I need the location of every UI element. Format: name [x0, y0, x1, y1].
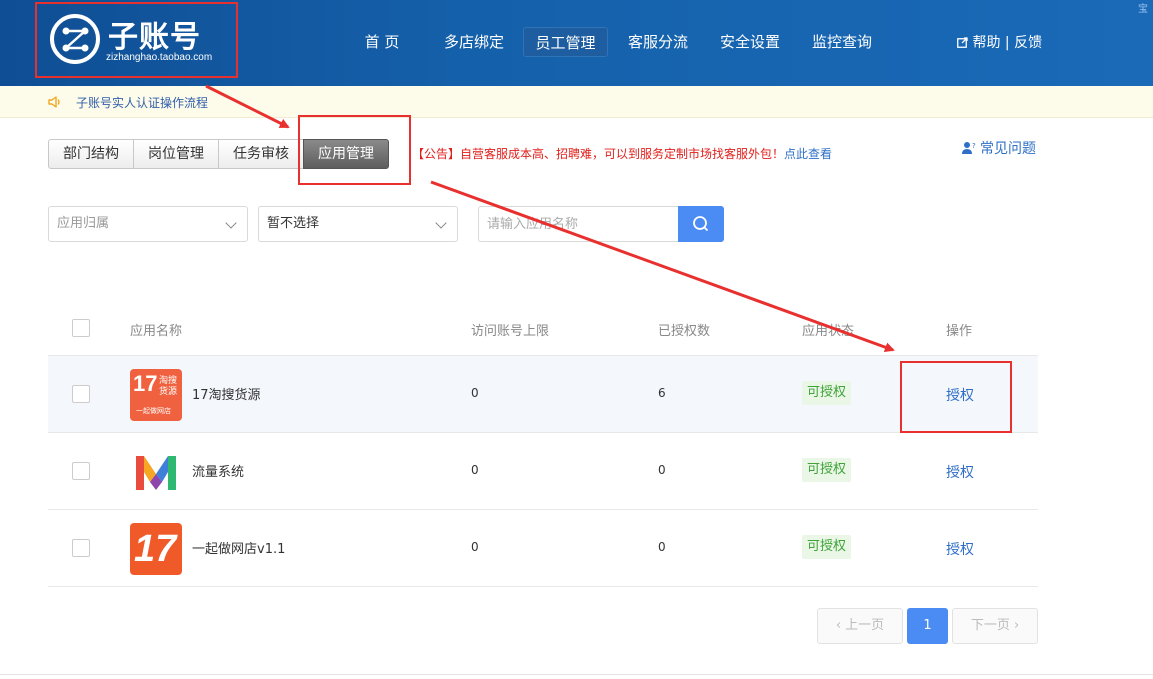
- nav-security[interactable]: 安全设置: [712, 27, 788, 57]
- select-all-checkbox[interactable]: [72, 319, 90, 337]
- app-owner-select-label: 应用归属: [57, 216, 110, 231]
- logo-subtitle: zizhanghao.taobao.com: [106, 52, 213, 63]
- app-name: 17淘搜货源: [192, 388, 261, 403]
- header-authorized-count: 已授权数: [658, 324, 711, 339]
- table-row: 17 淘搜 货源 一起做网店 17淘搜货源 0 6 可授权 授权: [48, 356, 1038, 433]
- feedback-link[interactable]: 反馈: [1014, 35, 1042, 51]
- account-limit: 0: [471, 540, 479, 554]
- app-icon-number: 17: [134, 528, 177, 570]
- secondary-select[interactable]: 暂不选择: [258, 206, 458, 242]
- authorize-link[interactable]: 授权: [946, 462, 974, 482]
- chevron-down-icon: [435, 217, 447, 229]
- tab-task-review[interactable]: 任务审核: [218, 139, 304, 169]
- app-name: 一起做网店v1.1: [192, 542, 286, 557]
- prev-page-button[interactable]: ‹ 上一页: [817, 608, 903, 644]
- chevron-down-icon: [225, 217, 237, 229]
- top-header: 子账号 zizhanghao.taobao.com 首 页 多店绑定 员工管理 …: [0, 0, 1153, 86]
- page-number-button[interactable]: 1: [907, 608, 948, 644]
- table-row: 流量系统 0 0 可授权 授权: [48, 433, 1038, 510]
- faq-link[interactable]: ? 常见问题: [962, 138, 1036, 158]
- account-limit: 0: [471, 463, 479, 477]
- header-account-limit: 访问账号上限: [471, 324, 550, 339]
- nav-customer-service[interactable]: 客服分流: [620, 27, 696, 57]
- app-icon-number: 17: [133, 371, 158, 396]
- app-icon-traffic-system: [130, 446, 182, 498]
- account-limit: 0: [471, 386, 479, 400]
- help-links: 帮助 | 反馈: [957, 32, 1042, 52]
- help-separator: |: [1004, 35, 1010, 51]
- table-header: 应用名称 访问账号上限 已授权数 应用状态 操作: [48, 303, 1038, 356]
- bottom-divider: [0, 674, 1153, 675]
- logo[interactable]: 子账号 zizhanghao.taobao.com: [36, 2, 236, 78]
- app-table: 应用名称 访问账号上限 已授权数 应用状态 操作 17 淘搜 货源 一起做网店 …: [48, 303, 1038, 587]
- tab-app-management[interactable]: 应用管理: [303, 139, 389, 169]
- help-link[interactable]: 帮助: [972, 35, 1000, 51]
- header-action: 操作: [946, 324, 973, 339]
- svg-text:?: ?: [972, 142, 976, 150]
- notice-bar: 子账号实人认证操作流程: [0, 86, 1153, 118]
- app-name-search-input[interactable]: [478, 206, 680, 242]
- faq-label: 常见问题: [980, 141, 1036, 157]
- table-row: 17 一起做网店v1.1 0 0 可授权 授权: [48, 510, 1038, 587]
- header-app-name: 应用名称: [130, 324, 183, 339]
- nav-multi-store[interactable]: 多店绑定: [436, 27, 512, 57]
- announcement: 【公告】自营客服成本高、招聘难，可以到服务定制市场找客服外包！点此查看: [412, 145, 832, 162]
- secondary-select-value: 暂不选择: [267, 216, 320, 231]
- external-link-icon: [957, 37, 968, 48]
- row-checkbox[interactable]: [72, 385, 90, 403]
- row-checkbox[interactable]: [72, 462, 90, 480]
- row-checkbox[interactable]: [72, 539, 90, 557]
- search-button[interactable]: [678, 206, 724, 242]
- speaker-icon: [48, 96, 60, 108]
- sub-tabs: 部门结构 岗位管理 任务审核 应用管理: [48, 139, 389, 169]
- authorized-count: 0: [658, 463, 666, 477]
- authorize-link[interactable]: 授权: [946, 539, 974, 559]
- nav-home[interactable]: 首 页: [352, 27, 412, 57]
- notice-link[interactable]: 子账号实人认证操作流程: [76, 94, 208, 111]
- logo-title: 子账号: [108, 20, 201, 55]
- tab-position-management[interactable]: 岗位管理: [133, 139, 219, 169]
- authorized-count: 6: [658, 386, 666, 400]
- app-icon-caption: 一起做网店: [136, 407, 171, 415]
- tab-department-structure[interactable]: 部门结构: [48, 139, 134, 169]
- app-icon-text-2: 货源: [159, 387, 178, 397]
- status-badge: 可授权: [802, 381, 852, 405]
- nav-monitoring[interactable]: 监控查询: [804, 27, 880, 57]
- announcement-text: 【公告】自营客服成本高、招聘难，可以到服务定制市场找客服外包！: [412, 147, 785, 161]
- next-page-button[interactable]: 下一页 ›: [952, 608, 1038, 644]
- status-badge: 可授权: [802, 458, 852, 482]
- announcement-link[interactable]: 点此查看: [784, 147, 832, 161]
- app-icon-text-1: 淘搜: [159, 376, 178, 386]
- status-badge: 可授权: [802, 535, 852, 559]
- corner-mark: 宝: [1138, 4, 1148, 15]
- app-name: 流量系统: [192, 465, 245, 480]
- search-icon: [693, 216, 709, 232]
- authorized-count: 0: [658, 540, 666, 554]
- nav-staff-management[interactable]: 员工管理: [523, 27, 608, 57]
- app-icon-17taosou: 17 淘搜 货源 一起做网店: [130, 369, 182, 421]
- app-owner-select[interactable]: 应用归属: [48, 206, 248, 242]
- app-icon-17zwd: 17: [130, 523, 182, 575]
- logo-icon: [50, 14, 100, 64]
- user-question-icon: ?: [962, 142, 976, 154]
- authorize-link[interactable]: 授权: [946, 385, 974, 405]
- header-app-status: 应用状态: [802, 324, 855, 339]
